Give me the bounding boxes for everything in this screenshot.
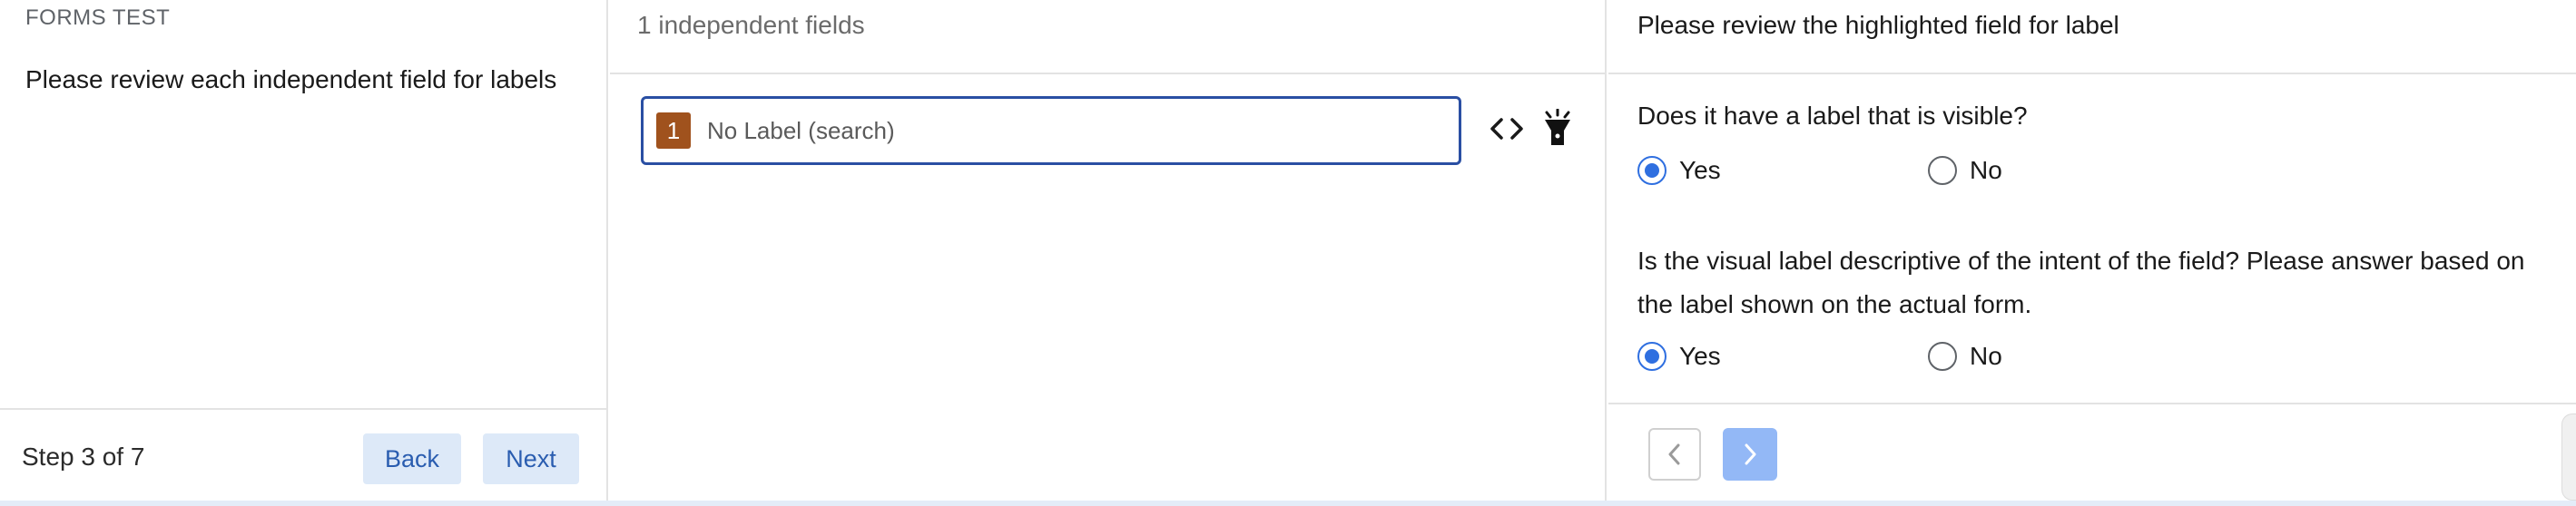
back-button[interactable]: Back <box>363 433 461 484</box>
radio-label: No <box>1970 156 2002 184</box>
radio-yes[interactable]: Yes <box>1637 156 1928 185</box>
radio-unchecked-icon <box>1928 342 1957 371</box>
fields-count: 1 independent fields <box>637 11 865 39</box>
radio-no[interactable]: No <box>1928 156 2002 185</box>
radio-label: No <box>1970 342 2002 370</box>
radio-checked-icon <box>1637 156 1667 185</box>
field-label: No Label (search) <box>707 117 895 144</box>
review-footer <box>1608 403 2576 501</box>
radio-group-label-visible: Yes No <box>1637 156 2002 185</box>
radio-checked-icon <box>1637 342 1667 371</box>
flashlight-icon[interactable] <box>1539 109 1576 149</box>
field-item-selected[interactable]: 1 No Label (search) <box>641 96 1461 165</box>
field-number-badge: 1 <box>656 112 691 149</box>
previous-field-button[interactable] <box>1648 428 1701 481</box>
bottom-edge <box>0 501 2576 506</box>
chevron-left-icon <box>1668 443 1680 465</box>
review-header: Please review the highlighted field for … <box>1608 0 2576 74</box>
next-button[interactable]: Next <box>483 433 579 484</box>
question-label-descriptive: Is the visual label descriptive of the i… <box>1637 247 2525 318</box>
radio-yes[interactable]: Yes <box>1637 342 1928 371</box>
question-label-visible: Does it have a label that is visible? <box>1637 102 2028 130</box>
scrollbar-handle[interactable] <box>2561 414 2576 501</box>
left-panel: FORMS TEST Please review each independen… <box>0 0 608 501</box>
review-title: Please review the highlighted field for … <box>1637 11 2119 39</box>
step-footer: Step 3 of 7 Back Next <box>0 408 608 501</box>
radio-no[interactable]: No <box>1928 342 2002 371</box>
fields-panel: 1 independent fields 1 No Label (search) <box>610 0 1607 501</box>
fields-header: 1 independent fields <box>610 0 1605 74</box>
radio-label: Yes <box>1679 342 1721 370</box>
radio-group-label-descriptive: Yes No <box>1637 342 2002 371</box>
radio-label: Yes <box>1679 156 1721 184</box>
radio-unchecked-icon <box>1928 156 1957 185</box>
next-field-button[interactable] <box>1723 428 1777 481</box>
review-panel: Please review the highlighted field for … <box>1608 0 2576 501</box>
step-indicator: Step 3 of 7 <box>22 443 145 471</box>
section-eyebrow: FORMS TEST <box>25 5 171 30</box>
chevron-right-icon <box>1745 443 1756 465</box>
code-icon[interactable] <box>1489 112 1525 145</box>
instructions-text: Please review each independent field for… <box>25 65 557 93</box>
